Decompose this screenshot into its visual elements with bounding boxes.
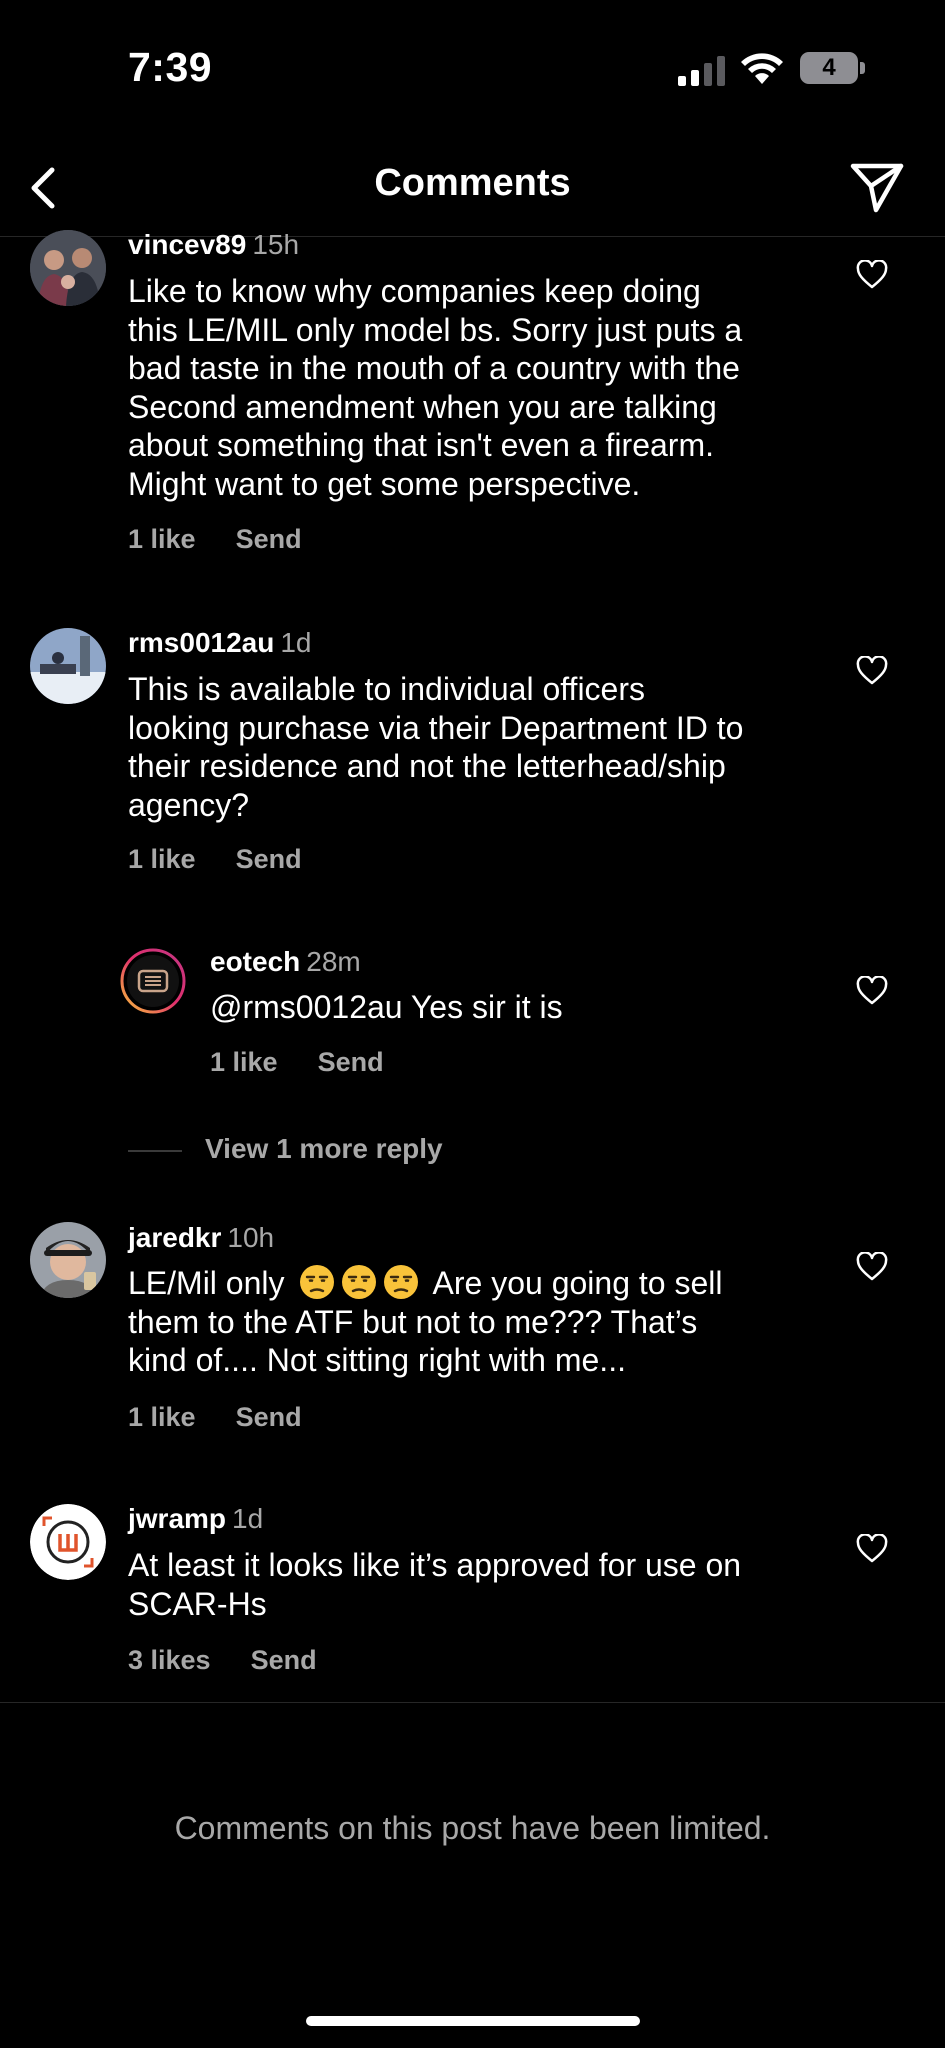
send-link[interactable]: Send bbox=[236, 844, 302, 874]
comment-text-line: Like to know why companies keep doing bbox=[128, 273, 701, 309]
like-count[interactable]: 1 like bbox=[128, 1402, 196, 1432]
comment-username[interactable]: eotech bbox=[210, 946, 300, 977]
comment-username[interactable]: jaredkr bbox=[128, 1222, 221, 1253]
unamused-face-emoji bbox=[300, 1265, 335, 1299]
footer-divider bbox=[0, 1702, 945, 1703]
like-count[interactable]: 3 likes bbox=[128, 1645, 211, 1675]
send-link[interactable]: Send bbox=[251, 1645, 317, 1675]
status-bar: 7:39 4 bbox=[0, 0, 945, 140]
comment-text-line: At least it looks like it’s approved for… bbox=[128, 1547, 742, 1583]
avatar[interactable] bbox=[30, 230, 106, 306]
comment-text-line: agency? bbox=[128, 786, 249, 823]
comment-text-prefix: LE/Mil only bbox=[128, 1265, 285, 1301]
comment-text-line: Second amendment when you are talking bbox=[128, 388, 717, 425]
comment-text-line: LE/Mil only Are you going to sell bbox=[128, 1264, 722, 1303]
reply-divider-line bbox=[128, 1150, 182, 1152]
like-count[interactable]: 1 like bbox=[210, 1047, 278, 1077]
comment-text-line: looking purchase via their Department ID… bbox=[128, 709, 744, 746]
comment-text-line: this LE/MIL only model bs. Sorry just pu… bbox=[128, 311, 743, 348]
comment-timestamp: 1d bbox=[232, 1503, 264, 1534]
share-button[interactable] bbox=[848, 158, 906, 216]
send-link[interactable]: Send bbox=[318, 1047, 384, 1077]
avatar[interactable] bbox=[30, 1504, 106, 1580]
avatar[interactable] bbox=[30, 1222, 106, 1298]
comment-timestamp: 10h bbox=[227, 1222, 275, 1253]
send-link[interactable]: Send bbox=[236, 524, 302, 554]
comment-text-line: bad taste in the mouth of a country with… bbox=[128, 350, 740, 386]
comments-limited-notice: Comments on this post have been limited. bbox=[174, 1810, 771, 1846]
comment-text-line: Might want to get some perspective. bbox=[128, 465, 641, 502]
like-count[interactable]: 1 like bbox=[128, 844, 196, 874]
unamused-face-emoji bbox=[384, 1265, 419, 1299]
view-more-replies-label: View 1 more reply bbox=[205, 1133, 443, 1164]
cellular-signal-icon bbox=[678, 56, 725, 86]
comment-text-line: This is available to individual officers bbox=[128, 671, 645, 707]
comment-text-line: about something that isn't even a firear… bbox=[128, 427, 714, 463]
view-more-replies-button[interactable]: View 1 more reply bbox=[128, 1130, 628, 1170]
heart-icon[interactable] bbox=[856, 976, 888, 1006]
status-time: 7:39 bbox=[128, 44, 213, 90]
comment-text-suffix: Are you going to sell bbox=[432, 1265, 723, 1301]
wifi-icon bbox=[741, 53, 783, 84]
heart-icon[interactable] bbox=[856, 1534, 888, 1564]
comment-username[interactable]: jwramp bbox=[128, 1503, 226, 1534]
comment-text-line: kind of.... Not sitting right with me... bbox=[128, 1342, 626, 1378]
comment-text-line: SCAR-Hs bbox=[128, 1585, 267, 1622]
heart-icon[interactable] bbox=[856, 260, 888, 290]
heart-icon[interactable] bbox=[856, 656, 888, 686]
comment-timestamp: 15h bbox=[252, 229, 300, 260]
battery-icon: 4 bbox=[800, 52, 866, 86]
unamused-face-emoji bbox=[342, 1265, 377, 1299]
like-count[interactable]: 1 like bbox=[128, 524, 196, 554]
comment-timestamp: 28m bbox=[306, 946, 361, 977]
avatar[interactable] bbox=[120, 948, 186, 1014]
comment-timestamp: 1d bbox=[280, 627, 312, 658]
heart-icon[interactable] bbox=[856, 1252, 888, 1282]
battery-level: 4 bbox=[822, 54, 836, 81]
comment-text-line: their residence and not the letterhead/s… bbox=[128, 748, 726, 784]
send-link[interactable]: Send bbox=[236, 1402, 302, 1432]
comment-text-line: them to the ATF but not to me??? That’s bbox=[128, 1303, 698, 1340]
comment-username[interactable]: vincev89 bbox=[128, 229, 246, 260]
comment-username[interactable]: rms0012au bbox=[128, 627, 274, 658]
avatar[interactable] bbox=[30, 628, 106, 704]
comment-text-line: @rms0012au Yes sir it is bbox=[210, 989, 563, 1025]
page-title: Comments bbox=[374, 162, 571, 204]
comments-header: Comments bbox=[0, 140, 945, 237]
home-indicator[interactable] bbox=[306, 2016, 640, 2026]
